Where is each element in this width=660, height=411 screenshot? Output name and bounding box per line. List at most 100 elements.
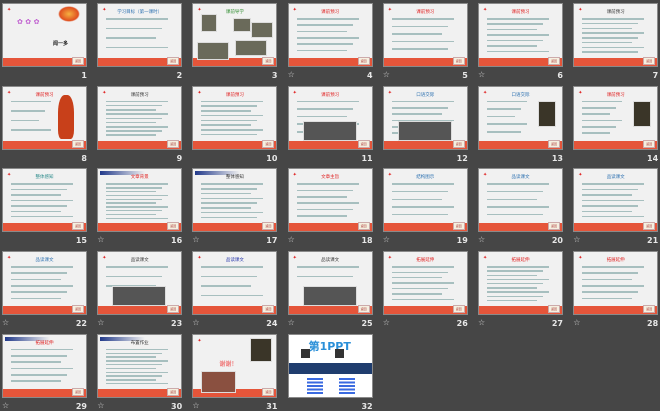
slide-number: 6 [557,71,563,80]
slide-number: 18 [361,236,373,246]
return-button[interactable]: 返回 [452,57,465,65]
slide-title: 课前预习 [225,92,244,98]
slide-title: 品读课文 [511,175,530,181]
slide-title: 文章背景 [130,175,149,181]
slide-title: 整体感知 [35,175,54,181]
text-line [487,34,549,36]
slide-thumbnail-26[interactable]: 返回 ✦ 拓展延伸 [382,251,468,316]
slide-thumbnail-28[interactable]: 返回 ✦ 拓展延伸 [573,251,659,316]
text-line [201,197,264,200]
slide-number: 4 [367,71,373,80]
return-button[interactable]: 返回 [452,222,465,231]
text-line [582,126,617,128]
return-button[interactable]: 返回 [357,139,370,148]
slide-thumbnail-27[interactable]: 返回 ✦ 拓展延伸 [478,251,563,316]
photo [197,42,230,60]
return-button[interactable]: 返回 [262,57,275,65]
return-button[interactable]: 返回 [452,139,465,148]
slide-thumbnail-13[interactable]: 返回 ✦ 口语交际 [478,85,563,150]
slide-number: 20 [551,236,563,246]
text-line [296,43,353,45]
text-line [11,348,73,351]
text-line [582,51,639,53]
return-button[interactable]: 返回 [167,139,180,148]
return-button[interactable]: 返回 [72,57,84,65]
slide-thumbnail-29[interactable]: 返回 拓展延伸 [2,333,87,398]
slide-thumbnail-10[interactable]: 返回 ✦ 课前预习 [192,85,278,150]
slide-thumbnail-24[interactable]: 返回 ✦ 品读课文 [192,251,278,316]
slide-thumbnail-15[interactable]: 返回 ✦ 整体感知 [2,168,87,233]
text-line [106,104,163,107]
slide-thumbnail-12[interactable]: 返回 ✦ 口语交际 [382,85,468,150]
return-button[interactable]: 返回 [262,387,275,396]
return-button[interactable]: 返回 [357,305,370,314]
return-button[interactable]: 返回 [548,139,560,148]
return-button[interactable]: 返回 [548,222,560,231]
slide-thumbnail-32[interactable]: 第1PPT [287,333,373,398]
slide-thumbnail-17[interactable]: 返回 整体感知 [192,168,278,233]
return-button[interactable]: 返回 [167,387,180,396]
text-line [201,202,258,204]
text-line [106,198,163,201]
slide-thumbnail-3[interactable]: 返回 ✦ 课前导学 [192,3,278,67]
text-line [201,119,258,122]
slide-thumbnail-9[interactable]: 返回 ✦ 课前预习 [97,85,183,150]
text-line [487,282,543,285]
text-line [11,291,67,293]
return-button[interactable]: 返回 [548,57,560,65]
slide-thumbnail-2[interactable]: 返回 ✦ 学习目标（第一课时） [97,3,183,67]
return-button[interactable]: 返回 [357,57,370,65]
slide-thumbnail-11[interactable]: 返回 ✦ 课前预习 [287,85,373,150]
text-line [106,121,157,124]
slide-thumbnail-8[interactable]: 返回 ✦ 课前预习 [2,85,87,150]
vase-image [58,94,74,139]
slide-thumbnail-14[interactable]: 返回 ✦ 课前预习 [573,85,659,150]
return-button[interactable]: 返回 [167,57,180,65]
return-button[interactable]: 返回 [357,222,370,231]
slide-title: 品读课文 [225,258,244,264]
slide-thumbnail-21[interactable]: 返回 ✦ 品读课文 [573,168,659,233]
text-line [106,187,163,189]
text-line [106,348,169,351]
slide-thumbnail-25[interactable]: 返回 ✦ 品读课文 [287,251,373,316]
return-button[interactable]: 返回 [643,222,656,231]
return-button[interactable]: 返回 [72,222,84,231]
slide-thumbnail-31[interactable]: 返回 ✦ 谢谢！ [192,333,278,398]
text-line [11,285,73,287]
text-line [391,25,448,28]
return-button[interactable]: 返回 [452,305,465,314]
return-button[interactable]: 返回 [548,305,560,314]
text-line [106,109,157,111]
slide-thumbnail-19[interactable]: 返回 ✦ 结构图示 [382,168,468,233]
return-button[interactable]: 返回 [262,305,275,314]
return-button[interactable]: 返回 [72,305,84,314]
slide-number: 9 [176,153,183,163]
slide-thumbnail-23[interactable]: 返回 ✦ 品读课文 [97,251,183,316]
slide-thumbnail-7[interactable]: 返回 ✦ 课前预习 [573,3,659,67]
slide-thumbnail-4[interactable]: 返回 ✦ 课前预习 [287,3,373,67]
slide-thumbnail-20[interactable]: 返回 ✦ 品读课文 [478,168,563,233]
slide-thumbnail-16[interactable]: 返回 文章背景 [97,168,183,233]
text-line [391,287,448,290]
text-line [296,18,359,20]
slide-thumbnail-6[interactable]: 返回 ✦ 课前预习 [478,3,563,67]
return-button[interactable]: 返回 [643,305,656,314]
slide-thumbnail-5[interactable]: 返回 ✦ 课前预习 [382,3,468,67]
link-list [338,377,355,394]
slide-thumbnail-18[interactable]: 返回 ✦ 文章主旨 [287,168,373,233]
slide-thumbnail-22[interactable]: 返回 ✦ 品读课文 [2,251,87,316]
return-button[interactable]: 返回 [72,387,84,396]
text-line [201,192,252,195]
portrait-image [633,100,652,127]
return-button[interactable]: 返回 [72,139,84,148]
return-button[interactable]: 返回 [167,222,180,231]
return-button[interactable]: 返回 [262,222,275,231]
return-button[interactable]: 返回 [167,305,180,314]
slide-thumbnail-1[interactable]: 返回 ✦ ✿ ✿ ✿ 闻一多 [2,3,87,67]
text-line [106,126,169,128]
return-button[interactable]: 返回 [643,139,656,148]
return-button[interactable]: 返回 [643,57,656,65]
slide-number: 14 [647,153,659,163]
return-button[interactable]: 返回 [262,139,275,148]
slide-thumbnail-30[interactable]: 返回 布置作业 [97,333,183,398]
